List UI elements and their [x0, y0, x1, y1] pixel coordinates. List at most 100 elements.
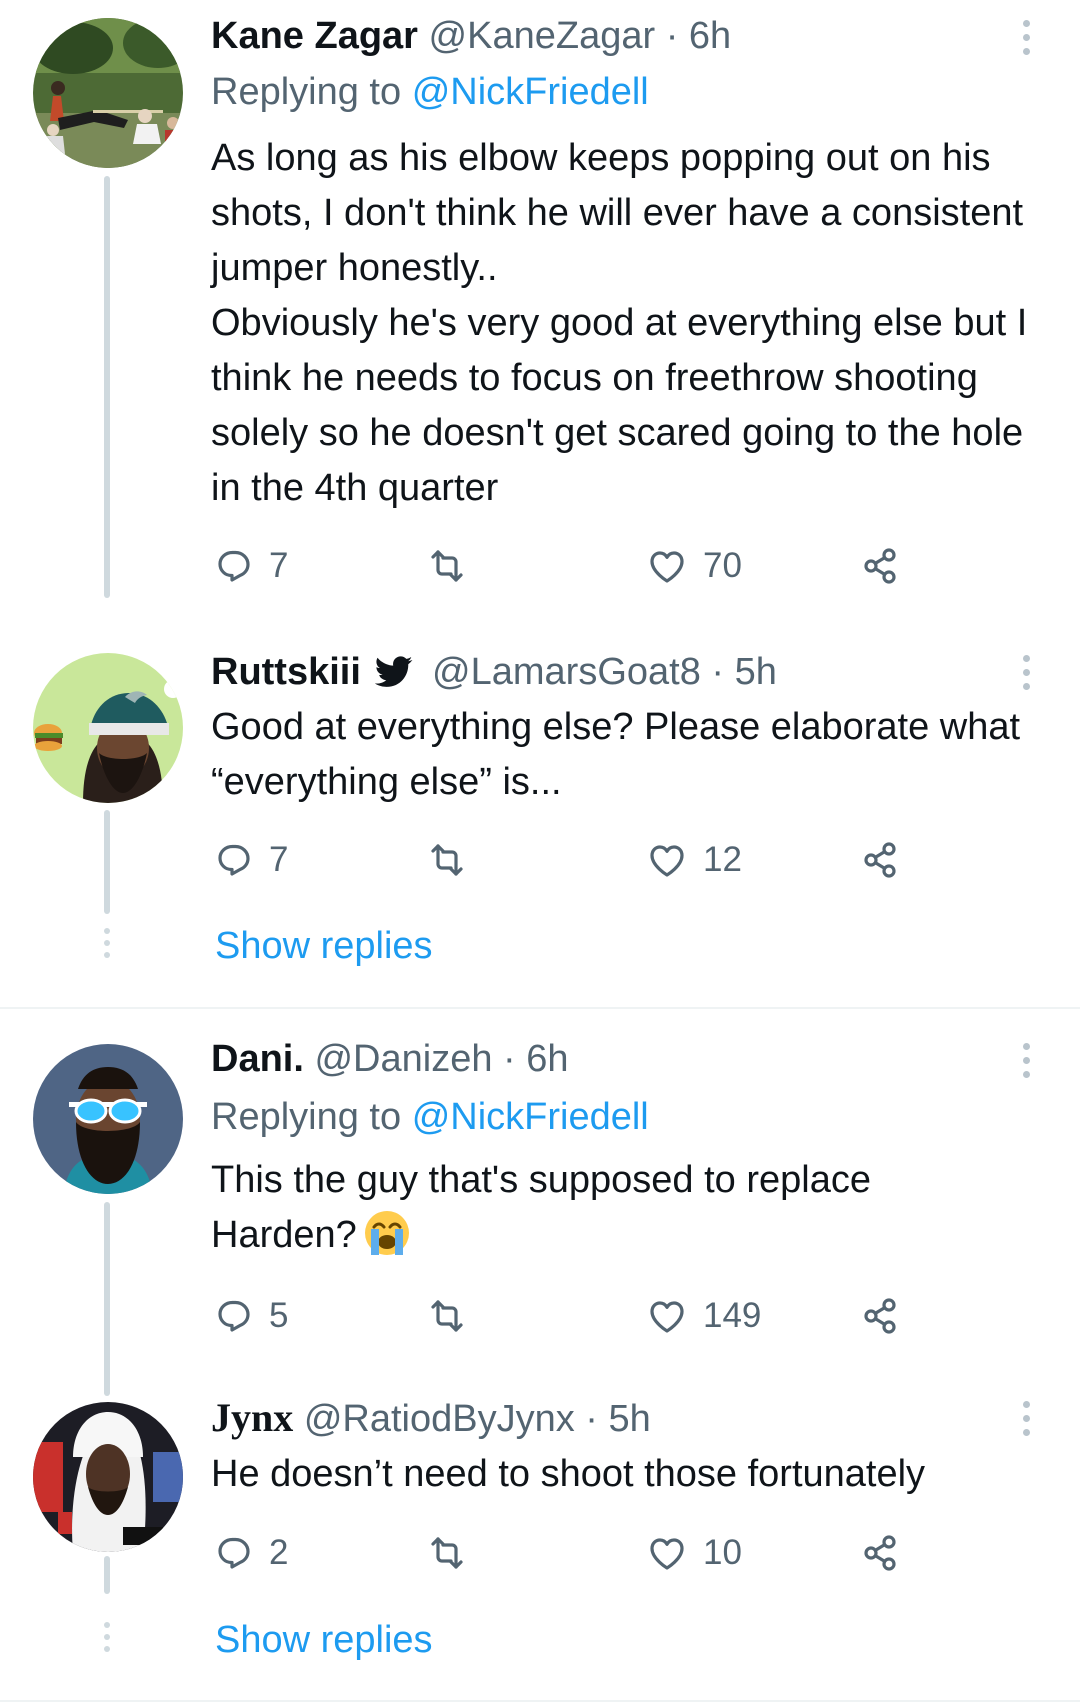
like-count: 12: [703, 840, 742, 879]
display-name[interactable]: Kane Zagar: [211, 15, 418, 57]
avatar[interactable]: [33, 18, 183, 168]
more-icon: [1022, 20, 1030, 27]
share-icon: [864, 1535, 896, 1571]
mention-link[interactable]: @NickFriedell: [412, 71, 649, 113]
share-button[interactable]: [859, 830, 903, 890]
divider: [0, 1007, 1080, 1009]
action-bar: 5 149: [211, 1286, 931, 1346]
reply-button[interactable]: 2: [211, 1523, 288, 1583]
share-button[interactable]: [859, 536, 903, 596]
tweet-text: As long as his elbow keeps popping out o…: [211, 131, 1061, 516]
mention-link[interactable]: @NickFriedell: [412, 1096, 649, 1138]
tweet-header: Dani. @Danizeh · 6h: [211, 1035, 569, 1083]
reply-count: 7: [269, 546, 289, 585]
like-button[interactable]: 10: [645, 1523, 742, 1583]
tweet-text: He doesn’t need to shoot those fortunate…: [211, 1447, 1061, 1502]
display-name[interactable]: Ruttskiii: [211, 651, 361, 693]
retweet-icon: [431, 1537, 463, 1569]
reply-button[interactable]: 7: [211, 830, 288, 890]
timestamp[interactable]: 6h: [689, 15, 731, 57]
divider: [0, 1700, 1080, 1702]
tweet-text-line: He doesn’t need to shoot those fortunate…: [211, 1453, 926, 1495]
like-button[interactable]: 70: [645, 536, 742, 596]
like-button[interactable]: 12: [645, 830, 742, 890]
reply-count: 7: [269, 840, 289, 879]
separator: ·: [585, 1398, 598, 1440]
user-handle[interactable]: @Danizeh: [314, 1038, 492, 1080]
display-name[interactable]: Dani.: [211, 1038, 304, 1080]
action-bar: 7 70: [211, 536, 931, 596]
heart-icon: [650, 551, 684, 583]
more-options-button[interactable]: [1019, 20, 1033, 55]
reply-count: 5: [269, 1296, 289, 1335]
share-button[interactable]: [859, 1286, 903, 1346]
like-count: 70: [703, 546, 742, 585]
like-count: 10: [703, 1533, 742, 1572]
user-handle[interactable]: @RatiodByJynx: [304, 1398, 575, 1440]
retweet-icon: [431, 550, 463, 582]
user-handle[interactable]: @LamarsGoat8: [432, 651, 701, 693]
thread-line: [104, 1556, 110, 1594]
more-options-button[interactable]: [1019, 1401, 1033, 1436]
show-replies-link[interactable]: Show replies: [215, 922, 433, 970]
reply-icon: [218, 1300, 250, 1332]
avatar[interactable]: [33, 653, 183, 803]
timestamp[interactable]: 6h: [526, 1038, 568, 1080]
tweet-text-span: This the guy that's supposed to replace …: [211, 1159, 871, 1256]
show-replies-link[interactable]: Show replies: [215, 1616, 433, 1664]
tweet-header: Ruttskiii @LamarsGoat8 · 5h: [211, 648, 777, 696]
display-name[interactable]: Jynx: [211, 1395, 293, 1440]
tweet-text-line: Obviously he's very good at everything e…: [211, 302, 1028, 509]
tweet-text: This the guy that's supposed to replace …: [211, 1153, 971, 1263]
reply-button[interactable]: 7: [211, 536, 288, 596]
retweet-button[interactable]: [424, 1286, 468, 1346]
more-icon: [1022, 1401, 1030, 1408]
reply-icon: [218, 1537, 250, 1569]
share-icon: [864, 548, 896, 584]
action-bar: 7 12: [211, 830, 931, 890]
timestamp[interactable]: 5h: [609, 1398, 651, 1440]
share-button[interactable]: [859, 1523, 903, 1583]
more-icon: [1022, 1043, 1030, 1050]
reply-button[interactable]: 5: [211, 1286, 288, 1346]
tweet-text-line: As long as his elbow keeps popping out o…: [211, 137, 1024, 289]
reply-icon: [218, 550, 250, 582]
like-button[interactable]: 149: [645, 1286, 761, 1346]
share-icon: [864, 1298, 896, 1334]
tweet-text-line: Good at everything else? Please elaborat…: [211, 706, 1021, 803]
separator: ·: [665, 15, 679, 57]
thread-line: [104, 1202, 110, 1396]
separator: ·: [711, 651, 725, 693]
avatar[interactable]: [33, 1402, 183, 1552]
tweet-text-line: This the guy that's supposed to replace …: [211, 1153, 971, 1263]
reply-count: 2: [269, 1533, 289, 1572]
more-options-button[interactable]: [1019, 655, 1033, 690]
reply-icon: [218, 844, 250, 876]
tweet-text: Good at everything else? Please elaborat…: [211, 700, 1061, 810]
retweet-button[interactable]: [424, 830, 468, 890]
retweet-button[interactable]: [424, 1523, 468, 1583]
thread-line: [104, 176, 110, 598]
more-icon: [1022, 655, 1030, 662]
timestamp[interactable]: 5h: [735, 651, 777, 693]
retweet-icon: [431, 844, 463, 876]
thread-line: [104, 810, 110, 914]
separator: ·: [503, 1038, 516, 1080]
collapsed-thread-dots: [101, 928, 113, 958]
like-count: 149: [703, 1296, 762, 1335]
more-options-button[interactable]: [1019, 1043, 1033, 1078]
heart-icon: [650, 845, 684, 877]
user-handle[interactable]: @KaneZagar: [429, 15, 656, 57]
share-icon: [864, 842, 896, 878]
heart-icon: [650, 1538, 684, 1570]
avatar[interactable]: [33, 1044, 183, 1194]
tweet-header: Jynx @RatiodByJynx · 5h: [211, 1394, 651, 1443]
loudly-crying-face-emoji: [364, 1211, 409, 1255]
replying-to: Replying to @NickFriedell: [211, 68, 649, 116]
collapsed-thread-dots: [101, 1622, 113, 1652]
retweet-button[interactable]: [424, 536, 468, 596]
twitter-bird-icon: [375, 656, 413, 687]
replying-to: Replying to @NickFriedell: [211, 1093, 649, 1141]
tweet-header: Kane Zagar @KaneZagar · 6h: [211, 12, 731, 60]
replying-to-label: Replying to: [211, 1096, 402, 1138]
